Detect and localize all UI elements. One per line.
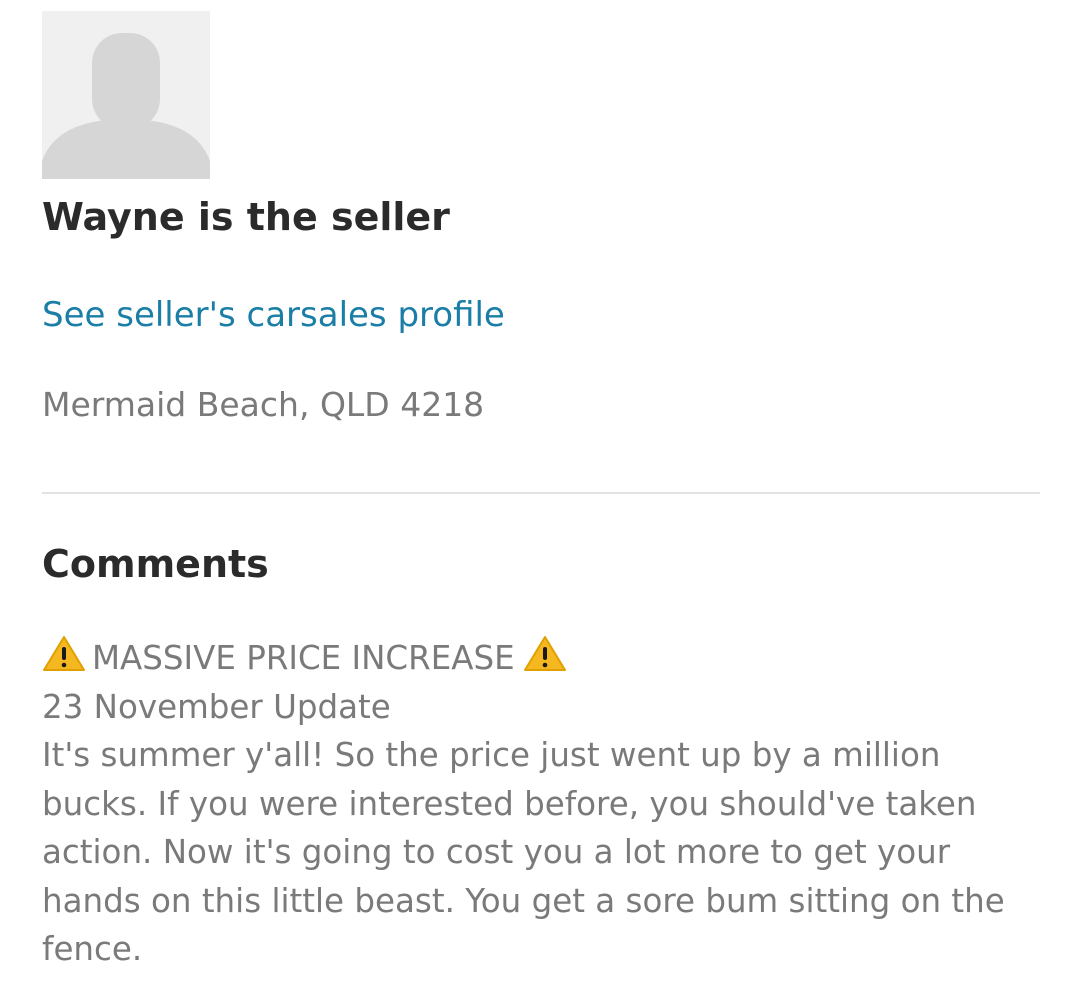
section-divider [42, 492, 1040, 494]
comments-body: MASSIVE PRICE INCREASE 23 November Updat… [42, 634, 1032, 974]
person-placeholder-icon [42, 33, 210, 179]
comment-headline: MASSIVE PRICE INCREASE [42, 634, 1032, 683]
comment-update-line: 23 November Update [42, 687, 391, 726]
warning-icon [523, 635, 567, 673]
warning-icon [42, 635, 86, 673]
seller-heading: Wayne is the seller [42, 195, 450, 239]
seller-profile-link[interactable]: See seller's carsales profile [42, 293, 505, 337]
comment-text: It's summer y'all! So the price just wen… [42, 736, 1005, 968]
comment-headline-text: MASSIVE PRICE INCREASE [92, 639, 515, 677]
comments-heading: Comments [42, 542, 269, 586]
seller-avatar [42, 11, 210, 179]
seller-location: Mermaid Beach, QLD 4218 [42, 385, 485, 424]
